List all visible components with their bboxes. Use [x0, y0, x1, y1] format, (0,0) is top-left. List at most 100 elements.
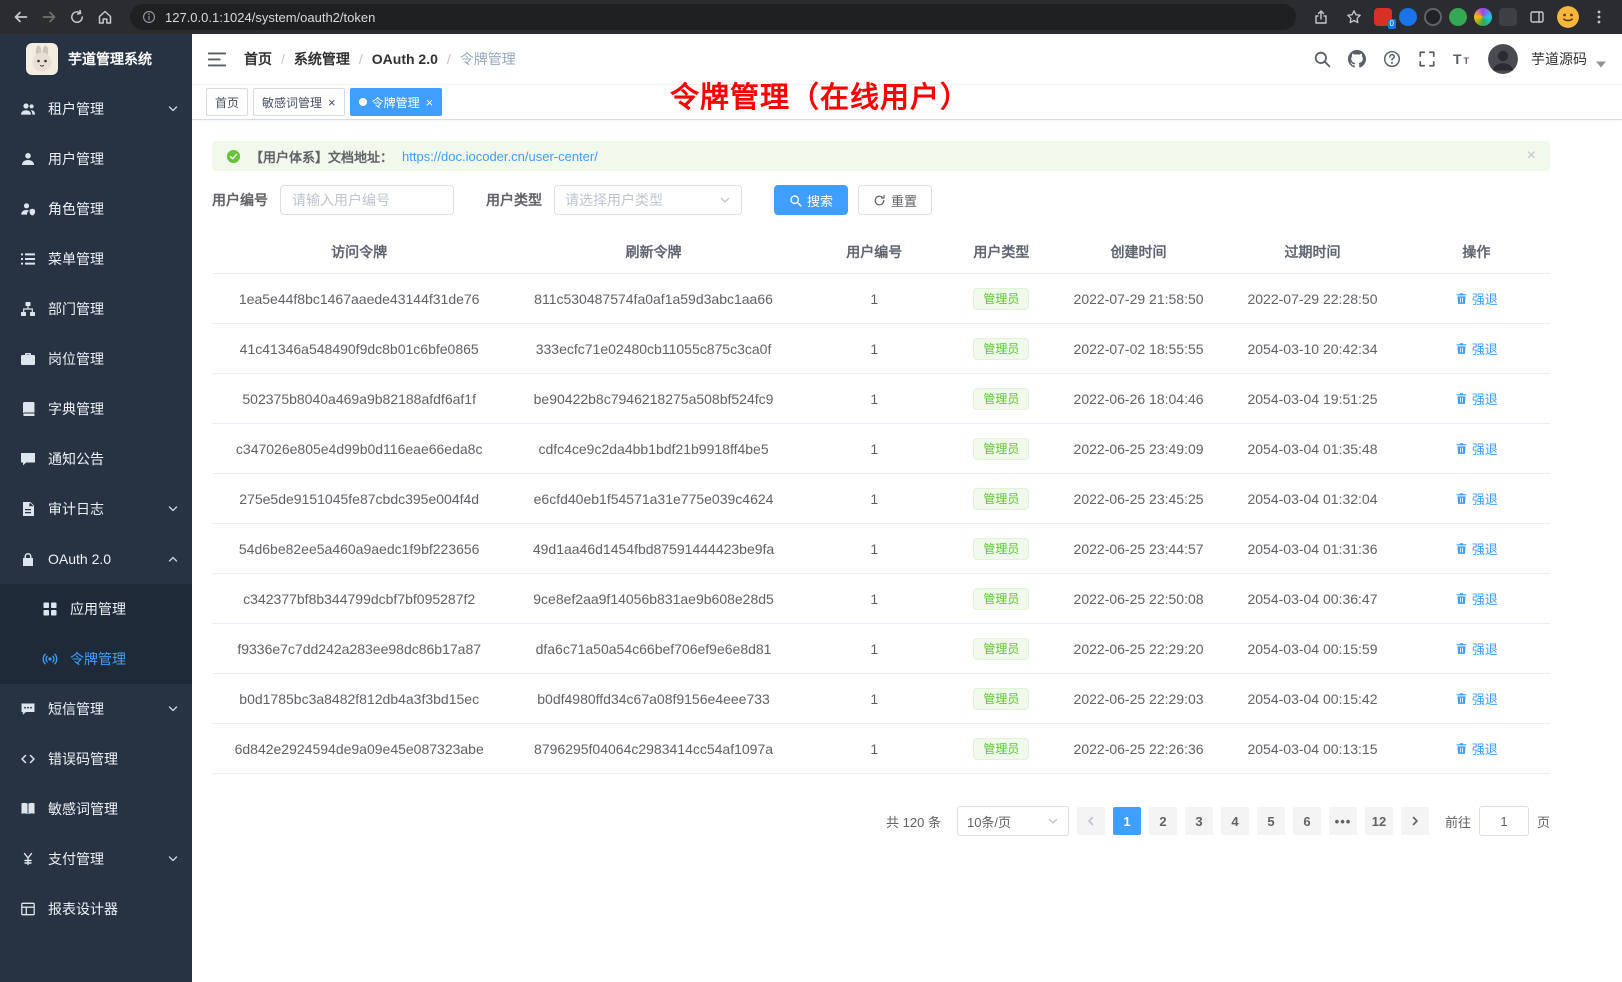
tab-close-icon[interactable]: × — [328, 96, 336, 109]
breadcrumb-item[interactable]: 系统管理 — [294, 49, 350, 69]
reset-button[interactable]: 重置 — [858, 185, 932, 215]
font-size-icon[interactable]: TT — [1453, 50, 1471, 68]
sidebar-item-error-code[interactable]: 错误码管理 — [0, 734, 192, 784]
page-button-3[interactable]: 3 — [1185, 807, 1213, 835]
delete-icon — [1455, 492, 1468, 505]
user-id-input[interactable] — [280, 185, 454, 215]
breadcrumb-item[interactable]: 首页 — [244, 49, 272, 69]
share-icon[interactable] — [1308, 4, 1334, 30]
force-logout-button[interactable]: 强退 — [1455, 489, 1498, 508]
bookmark-star-icon[interactable] — [1341, 4, 1367, 30]
tab-token[interactable]: 令牌管理× — [350, 88, 443, 116]
page-button-1[interactable]: 1 — [1113, 807, 1141, 835]
sidebar-item-pay[interactable]: 支付管理 — [0, 834, 192, 884]
sidebar-item-dict[interactable]: 字典管理 — [0, 384, 192, 434]
search-button[interactable]: 搜索 — [774, 185, 848, 215]
alert-close-icon[interactable]: × — [1527, 148, 1536, 164]
force-logout-button[interactable]: 强退 — [1455, 439, 1498, 458]
extension-icon-4[interactable] — [1449, 8, 1467, 26]
page-size-select[interactable]: 10条/页 — [957, 806, 1069, 836]
doc-link[interactable]: https://doc.iocoder.cn/user-center/ — [402, 149, 598, 164]
sidebar-item-oauth2-app[interactable]: 应用管理 — [0, 584, 192, 634]
force-logout-button[interactable]: 强退 — [1455, 589, 1498, 608]
sidebar-item-menu[interactable]: 菜单管理 — [0, 234, 192, 284]
expire-time-cell: 2054-03-04 01:32:04 — [1222, 474, 1403, 524]
sidebar-item-sensitive-word[interactable]: 敏感词管理 — [0, 784, 192, 834]
page-button-6[interactable]: 6 — [1293, 807, 1321, 835]
sidebar-item-oauth2-token[interactable]: 令牌管理 — [0, 634, 192, 684]
side-panel-icon[interactable] — [1524, 4, 1550, 30]
sidebar-item-user[interactable]: 用户管理 — [0, 134, 192, 184]
browser-address-bar[interactable]: 127.0.0.1:1024/system/oauth2/token — [130, 4, 1296, 30]
user-type-cell: 管理员 — [948, 674, 1055, 724]
sidebar-item-oauth2[interactable]: OAuth 2.0 — [0, 534, 192, 584]
access-token-cell: 502375b8040a469a9b82188afdf6af1f — [212, 374, 506, 424]
create-time-cell: 2022-06-26 18:04:46 — [1055, 374, 1222, 424]
page-content: 【用户体系】文档地址： https://doc.iocoder.cn/user-… — [192, 120, 1622, 836]
user-avatar[interactable] — [1488, 44, 1518, 74]
fullscreen-icon[interactable] — [1418, 50, 1436, 68]
tab-sensitive-word[interactable]: 敏感词管理× — [253, 88, 345, 116]
reset-button-label: 重置 — [891, 191, 917, 210]
next-page-button[interactable] — [1401, 807, 1429, 835]
page-button-12[interactable]: 12 — [1365, 807, 1393, 835]
sidebar-item-dept[interactable]: 部门管理 — [0, 284, 192, 334]
sidebar-item-tenant[interactable]: 租户管理 — [0, 84, 192, 134]
browser-menu-icon[interactable] — [1586, 4, 1612, 30]
page-button-4[interactable]: 4 — [1221, 807, 1249, 835]
force-logout-button[interactable]: 强退 — [1455, 639, 1498, 658]
app-logo[interactable]: 芋道管理系统 — [0, 34, 192, 84]
extension-icon-1[interactable]: 0 — [1374, 8, 1392, 26]
home-icon — [97, 9, 113, 25]
table-row: 41c41346a548490f9dc8b01c6bfe0865333ecfc7… — [212, 324, 1550, 374]
sidebar-item-post[interactable]: 岗位管理 — [0, 334, 192, 384]
tab-home[interactable]: 首页 — [206, 88, 248, 116]
force-logout-button[interactable]: 强退 — [1455, 389, 1498, 408]
username[interactable]: 芋道源码 — [1531, 49, 1587, 69]
search-icon[interactable] — [1313, 50, 1331, 68]
prev-page-button[interactable] — [1077, 807, 1105, 835]
sidebar-item-sms[interactable]: 短信管理 — [0, 684, 192, 734]
sidebar-item-notice[interactable]: 通知公告 — [0, 434, 192, 484]
tab-close-icon[interactable]: × — [426, 96, 434, 109]
sidebar-toggle-icon[interactable] — [208, 52, 226, 67]
sidebar-item-audit-log[interactable]: 审计日志 — [0, 484, 192, 534]
page-button-2[interactable]: 2 — [1149, 807, 1177, 835]
expire-time-cell: 2054-03-04 00:13:15 — [1222, 724, 1403, 774]
github-icon[interactable] — [1348, 50, 1366, 68]
browser-forward-icon[interactable] — [36, 4, 62, 30]
force-logout-button[interactable]: 强退 — [1455, 539, 1498, 558]
chevron-down-icon — [167, 503, 179, 515]
breadcrumb-separator: / — [359, 51, 363, 67]
browser-profile-avatar[interactable] — [1557, 6, 1579, 28]
chevron-down-icon — [167, 103, 179, 115]
user-id-cell: 1 — [801, 274, 948, 324]
breadcrumb-item[interactable]: OAuth 2.0 — [372, 51, 438, 67]
page-ellipsis[interactable]: ••• — [1329, 807, 1357, 835]
pagination-total: 共 120 条 — [886, 812, 941, 831]
browser-back-icon[interactable] — [8, 4, 34, 30]
extension-icon-2[interactable] — [1399, 8, 1417, 26]
extension-icon-3[interactable] — [1424, 8, 1442, 26]
site-info-icon[interactable] — [142, 10, 156, 24]
pagination: 共 120 条10条/页123456•••12前往页 — [212, 806, 1550, 836]
browser-reload-icon[interactable] — [64, 4, 90, 30]
force-logout-button[interactable]: 强退 — [1455, 289, 1498, 308]
sidebar-item-role[interactable]: 角色管理 — [0, 184, 192, 234]
extension-icon-6[interactable] — [1499, 8, 1517, 26]
force-logout-button[interactable]: 强退 — [1455, 339, 1498, 358]
sidebar-item-label: 错误码管理 — [48, 749, 118, 769]
force-logout-button[interactable]: 强退 — [1455, 739, 1498, 758]
user-type-select[interactable]: 请选择用户类型 — [554, 185, 742, 215]
user-type-tag: 管理员 — [973, 488, 1029, 510]
action-cell: 强退 — [1403, 624, 1550, 674]
extension-icon-5[interactable] — [1474, 8, 1492, 26]
force-logout-button[interactable]: 强退 — [1455, 689, 1498, 708]
auth-icon — [20, 551, 36, 567]
sidebar-item-report[interactable]: 报表设计器 — [0, 884, 192, 934]
help-icon[interactable] — [1383, 50, 1401, 68]
filter-form: 用户编号 用户类型 请选择用户类型 搜索 重置 — [212, 185, 1550, 215]
goto-page-input[interactable] — [1479, 806, 1529, 836]
page-button-5[interactable]: 5 — [1257, 807, 1285, 835]
browser-home-icon[interactable] — [92, 4, 118, 30]
